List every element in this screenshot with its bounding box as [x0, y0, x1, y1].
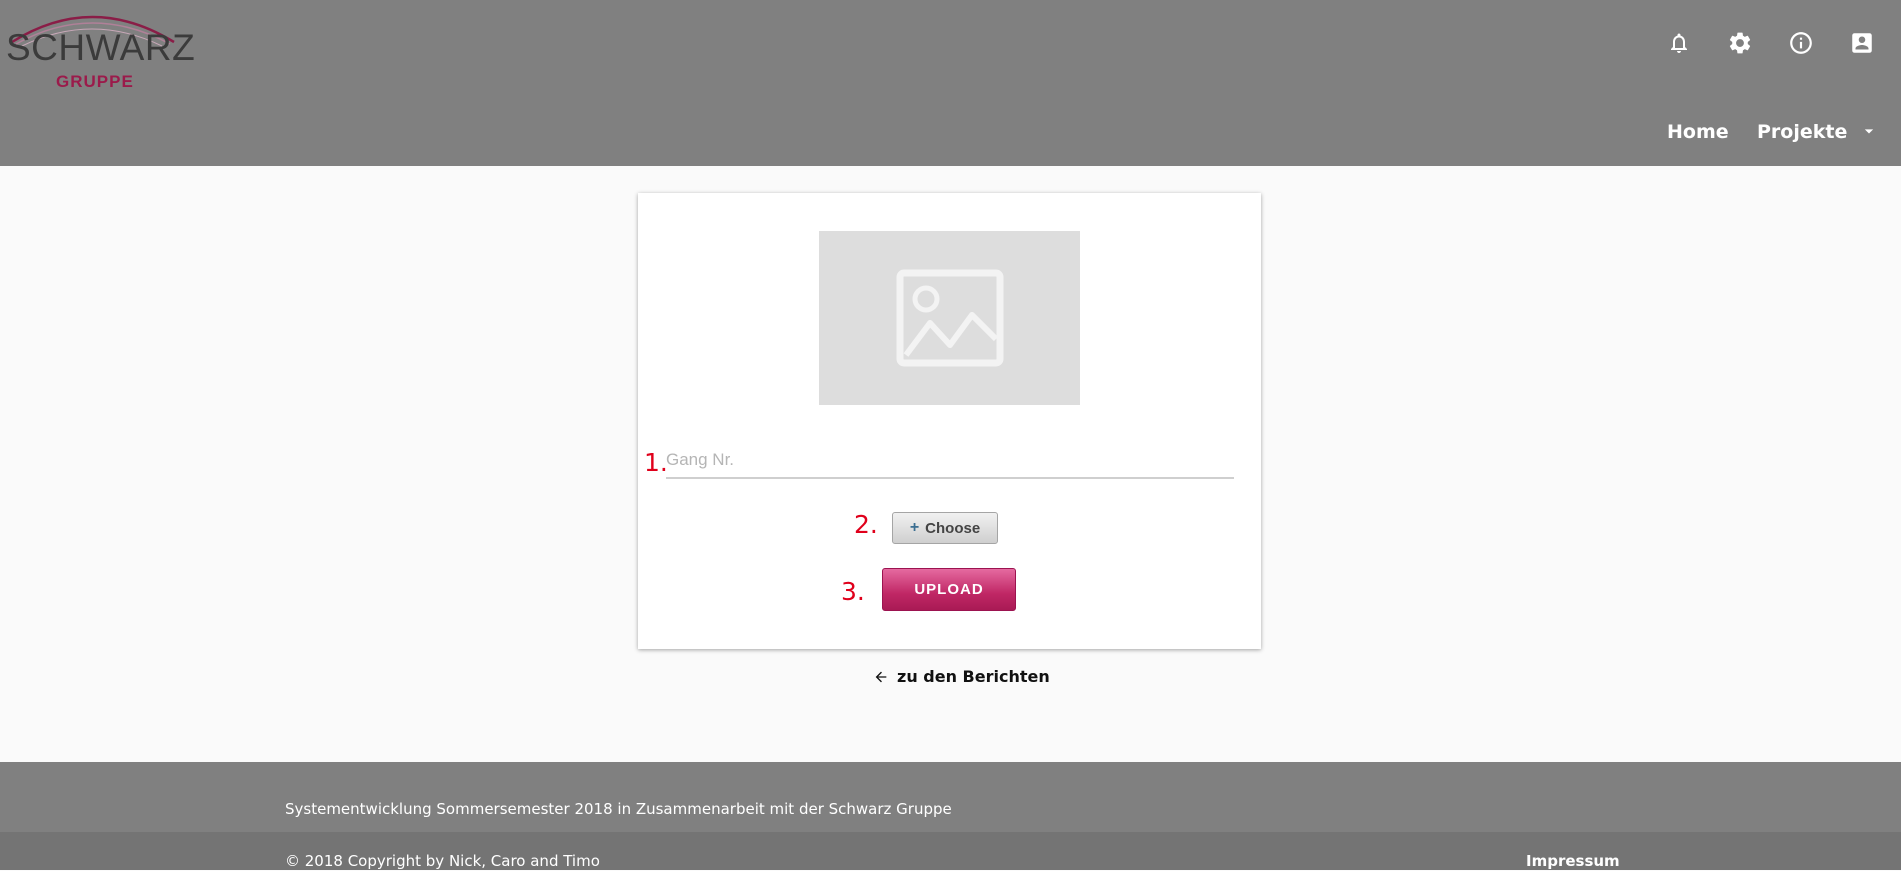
- logo-subtext: GRUPPE: [56, 72, 134, 91]
- impressum-link[interactable]: Impressum: [1526, 851, 1620, 871]
- step-number-3: 3.: [841, 577, 865, 606]
- logo-text: SCHWARZ: [6, 27, 196, 68]
- back-link-label: zu den Berichten: [897, 667, 1050, 686]
- gang-number-input[interactable]: [666, 443, 1234, 479]
- bell-icon: [1671, 33, 1687, 53]
- image-icon: [896, 269, 1003, 367]
- footer-description: Systementwicklung Sommersemester 2018 in…: [285, 800, 952, 818]
- footer-copyright: © 2018 Copyright by Nick, Caro and Timo: [285, 852, 600, 870]
- step-number-2: 2.: [854, 510, 878, 539]
- chevron-down-icon[interactable]: [1859, 121, 1879, 141]
- gear-icon: [1729, 32, 1751, 54]
- step-number-1: 1.: [644, 448, 668, 477]
- choose-label: Choose: [925, 519, 981, 537]
- settings-button[interactable]: [1723, 26, 1757, 60]
- account-box-icon: [1852, 33, 1872, 53]
- plus-icon: +: [909, 519, 920, 536]
- arrow-left-icon: [875, 671, 887, 683]
- account-button[interactable]: [1845, 26, 1879, 60]
- upload-button[interactable]: UPLOAD: [882, 568, 1016, 611]
- nav-projects[interactable]: Projekte: [1757, 120, 1847, 144]
- nav-home[interactable]: Home: [1667, 120, 1729, 144]
- upload-card: 1. 2. + Choose 3. UPLOAD: [638, 193, 1261, 649]
- choose-file-button[interactable]: + Choose: [892, 512, 998, 544]
- schwarz-gruppe-logo[interactable]: SCHWARZ GRUPPE: [2, 2, 195, 92]
- back-to-reports-link[interactable]: zu den Berichten: [873, 666, 1050, 688]
- info-button[interactable]: [1784, 26, 1818, 60]
- footer-top: [0, 762, 1901, 832]
- app-header: SCHWARZ GRUPPE Home Projekte: [0, 0, 1901, 166]
- image-preview: [819, 231, 1080, 405]
- notifications-button[interactable]: [1662, 26, 1696, 60]
- info-icon: [1790, 32, 1812, 54]
